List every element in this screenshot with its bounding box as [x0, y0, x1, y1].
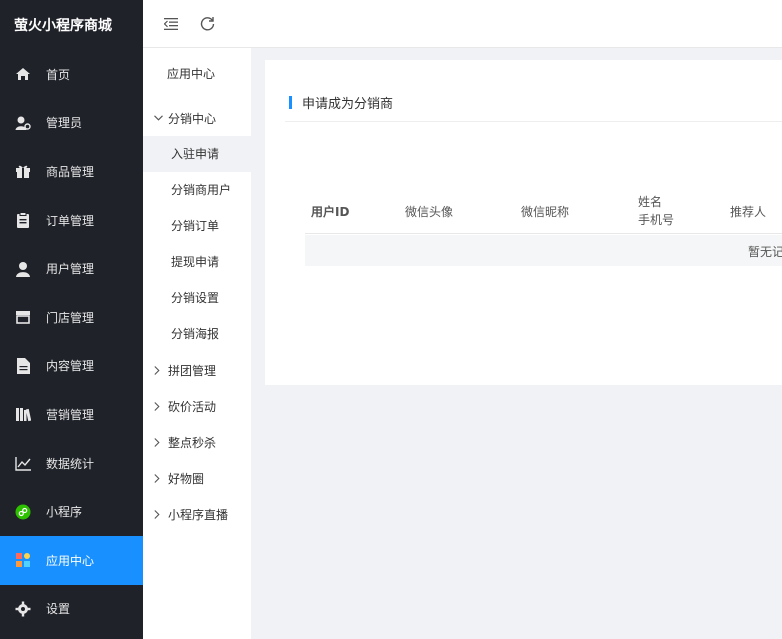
sidebar-item-label: 用户管理	[46, 262, 95, 277]
sidebar-item-settings[interactable]: 设置	[0, 585, 143, 634]
sidebar-item-label: 管理员	[46, 116, 83, 131]
sidebar-item-label: 门店管理	[46, 310, 95, 325]
subnav-group-label: 分销中心	[168, 111, 217, 126]
secondary-nav-title: 应用中心	[167, 67, 216, 81]
store-icon	[14, 308, 32, 326]
home-icon	[14, 65, 32, 83]
column-referrer: 推荐人	[730, 204, 767, 219]
sidebar-item-label: 营销管理	[46, 407, 95, 422]
sidebar-item-label: 首页	[46, 67, 71, 82]
admin-icon	[14, 114, 32, 132]
sidebar-item-marketing[interactable]: 营销管理	[0, 390, 143, 439]
page-title: 申请成为分销商	[289, 93, 393, 112]
line-chart-icon	[14, 454, 32, 472]
sidebar-item-admin[interactable]: 管理员	[0, 99, 143, 148]
chevron-right-icon	[154, 365, 164, 375]
gift-icon	[14, 162, 32, 180]
clipboard-icon	[14, 211, 32, 229]
chevron-right-icon	[154, 401, 164, 411]
sidebar-item-label: 订单管理	[46, 213, 95, 228]
subnav-group-label: 好物圈	[168, 471, 205, 486]
sidebar-item-label: 商品管理	[46, 164, 95, 179]
sidebar-item-label: 数据统计	[46, 456, 95, 471]
subnav-item-orders[interactable]: 分销订单	[143, 208, 251, 244]
sidebar-item-content[interactable]: 内容管理	[0, 342, 143, 391]
column-name-phone: 姓名 手机号	[638, 188, 674, 234]
content-card: 申请成为分销商 用户ID 微信头像 微信昵称 姓名 手机号 推荐人 暂无记	[265, 60, 782, 385]
chevron-down-icon	[154, 115, 164, 121]
subnav-group-label: 小程序直播	[168, 507, 229, 522]
subnav-item-distributors[interactable]: 分销商用户	[143, 172, 251, 208]
subnav-group-flashsale[interactable]: 整点秒杀	[143, 424, 251, 460]
sidebar-item-label: 设置	[46, 602, 71, 617]
sidebar-item-app-center[interactable]: 应用中心	[0, 535, 143, 585]
top-header	[143, 0, 782, 48]
subnav-item-settings[interactable]: 分销设置	[143, 280, 251, 316]
sidebar-item-miniprogram[interactable]: 小程序	[0, 487, 143, 536]
menu-fold-icon[interactable]	[161, 14, 181, 34]
sidebar-item-users[interactable]: 用户管理	[0, 244, 143, 293]
column-phone: 手机号	[638, 213, 675, 227]
subnav-group-distribution[interactable]: 分销中心	[143, 100, 251, 136]
subnav-group-livestream[interactable]: 小程序直播	[143, 496, 251, 532]
sidebar-item-label: 小程序	[46, 505, 83, 520]
subnav-group-label: 拼团管理	[168, 363, 217, 378]
subnav-item-poster[interactable]: 分销海报	[143, 316, 251, 352]
subnav-group-goodcircle[interactable]: 好物圈	[143, 460, 251, 496]
document-icon	[14, 357, 32, 375]
table-header: 用户ID 微信头像 微信昵称 姓名 手机号 推荐人	[305, 188, 782, 234]
subnav-group-label: 砍价活动	[168, 399, 217, 414]
column-avatar: 微信头像	[405, 204, 454, 219]
sidebar-item-label: 应用中心	[46, 553, 95, 568]
sidebar-item-home[interactable]: 首页	[0, 50, 143, 99]
miniprogram-icon	[14, 503, 32, 521]
column-user-id: 用户ID	[311, 204, 350, 219]
sidebar-item-products[interactable]: 商品管理	[0, 147, 143, 196]
title-divider	[285, 121, 782, 122]
title-accent-bar	[289, 96, 292, 109]
table-empty-row: 暂无记	[305, 235, 782, 266]
subnav-group-bargain[interactable]: 砍价活动	[143, 388, 251, 424]
sidebar-item-statistics[interactable]: 数据统计	[0, 439, 143, 488]
subnav-item-withdraw[interactable]: 提现申请	[143, 244, 251, 280]
sidebar-item-stores[interactable]: 门店管理	[0, 293, 143, 342]
brand-title: 萤火小程序商城	[14, 18, 112, 34]
chevron-right-icon	[154, 509, 164, 519]
secondary-nav: 应用中心 分销中心 入驻申请 分销商用户 分销订单 提现申请 分销设置 分销海报…	[143, 48, 251, 639]
sidebar-item-orders[interactable]: 订单管理	[0, 196, 143, 245]
refresh-icon[interactable]	[197, 14, 217, 34]
chevron-right-icon	[154, 437, 164, 447]
gear-icon	[14, 600, 32, 618]
empty-text: 暂无记	[748, 245, 782, 259]
column-nickname: 微信昵称	[521, 204, 570, 219]
column-name: 姓名	[638, 195, 663, 209]
apps-icon	[14, 551, 32, 569]
page-title-text: 申请成为分销商	[302, 97, 394, 112]
sidebar-item-label: 内容管理	[46, 359, 95, 374]
main-sidebar: 萤火小程序商城 首页 管理员 商品管理 订单管理 用户管理 门店管理 内容管理 …	[0, 0, 143, 639]
subnav-group-groupbuy[interactable]: 拼团管理	[143, 352, 251, 388]
subnav-group-label: 整点秒杀	[168, 435, 217, 450]
user-icon	[14, 260, 32, 278]
chevron-right-icon	[154, 473, 164, 483]
books-icon	[14, 405, 32, 423]
subnav-item-apply[interactable]: 入驻申请	[143, 136, 251, 172]
